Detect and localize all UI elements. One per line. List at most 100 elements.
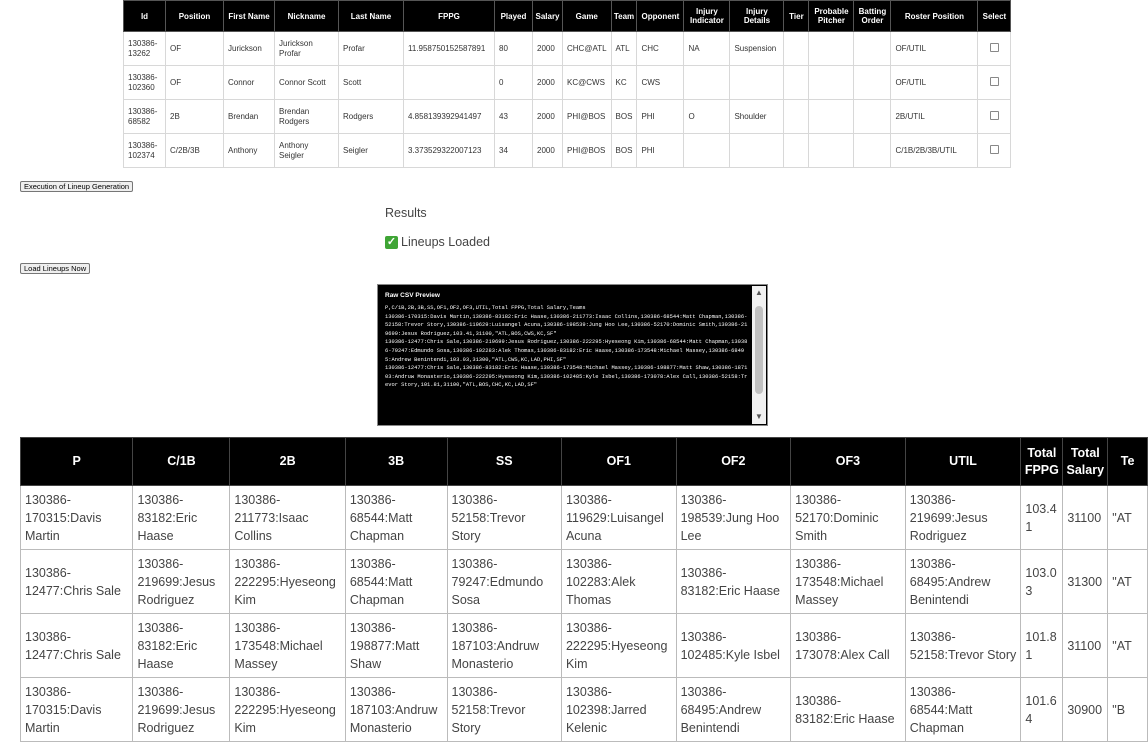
player-table-body: 130386-13262 OF Jurickson Jurickson Profar P…: [123, 31, 1012, 168]
lineups-table-cell: 130386-102485:Kyle Isbel: [675, 613, 792, 678]
lineups-table-cell: 101.64: [1020, 677, 1064, 742]
lineups-table-cell: 130386-219699:Jesus Rodriguez: [904, 485, 1022, 550]
player-table-header-cell: Id: [123, 0, 166, 32]
player-table-cell: 130386-68582: [123, 99, 166, 134]
lineups-table-cell: 130386-170315:Davis Martin: [19, 485, 134, 550]
lineups-table-cell: 130386-102398:Jarred Kelenic: [560, 677, 677, 742]
lineups-table-header-cell: Total FPPG: [1020, 437, 1064, 486]
player-table-cell: 43: [494, 99, 533, 134]
player-table-cell: 130386-102374: [123, 133, 166, 168]
player-table-cell: NA: [683, 31, 731, 66]
player-table-header-cell: Injury Details: [729, 0, 785, 32]
player-table-cell: 80: [494, 31, 533, 66]
player-table-row: 130386-102374 C/2B/3B Anthony Anthony Seigl…: [123, 133, 1012, 168]
player-table-cell: Profar: [338, 31, 404, 66]
lineups-table-cell: 130386-12477:Chris Sale: [19, 613, 134, 678]
player-table-cell: PHI@BOS: [562, 133, 612, 168]
lineups-loaded-text: Lineups Loaded: [401, 235, 490, 249]
player-table-header-cell: Select: [977, 0, 1012, 32]
lineups-table-header-cell: 2B: [229, 437, 346, 486]
player-table-cell: Suspension: [729, 31, 785, 66]
lineups-table-cell: 130386-173548:Michael Massey: [229, 613, 346, 678]
lineups-table-cell: 130386-83182:Eric Haase: [675, 549, 792, 614]
lineups-table-cell: 130386-52170:Dominic Smith: [790, 485, 906, 550]
player-table-cell: PHI@BOS: [562, 99, 612, 134]
player-table-cell: CHC: [636, 31, 685, 66]
player-table-cell: 2000: [532, 65, 563, 100]
lineups-table-cell: 130386-222295:Hyeseong Kim: [229, 549, 346, 614]
player-table-header-cell: First Name: [223, 0, 275, 32]
player-table-cell: Shoulder: [729, 99, 785, 134]
load-lineups-button[interactable]: Load Lineups Now: [20, 263, 91, 274]
player-table-header-cell: Salary: [532, 0, 563, 32]
player-table-cell: 2B: [165, 99, 224, 134]
lineups-table-cell: 103.41: [1020, 485, 1064, 550]
player-table-header-cell: Roster Position: [890, 0, 979, 32]
lineups-table-cell: 31100: [1062, 485, 1109, 550]
player-select-cell: [977, 99, 1012, 134]
player-table-header-cell: Probable Pitcher: [808, 0, 855, 32]
lineups-table-cell: 130386-79247:Edmundo Sosa: [446, 549, 562, 614]
scroll-down-arrow-icon[interactable]: ▼: [752, 410, 766, 424]
player-table-cell: 2000: [532, 31, 563, 66]
player-select-checkbox[interactable]: [989, 76, 999, 86]
scroll-up-arrow-icon[interactable]: ▲: [752, 286, 766, 300]
lineups-table-cell: 103.03: [1020, 549, 1064, 614]
player-table-cell: [683, 65, 731, 100]
lineups-table-header-cell: OF1: [560, 437, 677, 486]
player-table-cell: 2000: [532, 99, 563, 134]
execute-lineup-generation-button[interactable]: Execution of Lineup Generation: [20, 181, 134, 192]
lineups-table-header-cell: Total Salary: [1062, 437, 1109, 486]
lineups-table-header-cell: OF3: [790, 437, 906, 486]
player-table-cell: Seigler: [338, 133, 404, 168]
player-table-cell: [783, 99, 810, 134]
player-table-cell: [729, 133, 785, 168]
lineups-table-cell: "B: [1107, 677, 1148, 742]
lineups-table-header-cell: OF2: [675, 437, 792, 486]
player-table-cell: CWS: [636, 65, 685, 100]
player-select-cell: [977, 31, 1012, 66]
player-select-checkbox[interactable]: [989, 144, 999, 154]
player-select-cell: [977, 65, 1012, 100]
lineups-table-header: P C/1B 2B 3B SS OF1 OF2 OF3 UTIL Total FPPG Total …: [19, 437, 1148, 486]
lineups-table-body: 130386-170315:Davis Martin 130386-83182:E…: [19, 485, 1148, 742]
player-table-cell: [683, 133, 731, 168]
csv-preview-scrollbar[interactable]: ▲ ▼: [752, 286, 766, 424]
lineups-table-header-cell: SS: [446, 437, 562, 486]
scrollbar-thumb[interactable]: [755, 306, 763, 394]
player-table-cell: Anthony Seigler: [274, 133, 339, 168]
player-table-cell: OF: [165, 31, 224, 66]
player-table-cell: [853, 99, 892, 134]
lineups-table-cell: 130386-83182:Eric Haase: [132, 485, 231, 550]
player-table-cell: Connor Scott: [274, 65, 339, 100]
lineups-table-header-cell: C/1B: [132, 437, 231, 486]
check-mark-icon: ✓: [385, 235, 398, 249]
lineups-table-cell: 130386-198539:Jung Hoo Lee: [675, 485, 792, 550]
player-table-cell: PHI: [636, 133, 685, 168]
player-table-cell: [808, 65, 855, 100]
player-table-cell: [403, 65, 495, 100]
player-table-header-cell: FPPG: [403, 0, 495, 32]
player-select-checkbox[interactable]: [989, 110, 999, 120]
player-table-cell: OF/UTIL: [890, 65, 979, 100]
lineups-table-cell: 130386-52158:Trevor Story: [904, 613, 1022, 678]
lineups-table-cell: 130386-198877:Matt Shaw: [344, 613, 448, 678]
player-table-cell: KC@CWS: [562, 65, 612, 100]
player-table-cell: [808, 133, 855, 168]
player-table-header-cell: Game: [562, 0, 612, 32]
lineups-table-cell: 130386-83182:Eric Haase: [790, 677, 906, 742]
lineups-table-row: 130386-170315:Davis Martin 130386-83182:E…: [19, 485, 1148, 550]
player-table-cell: O: [683, 99, 731, 134]
player-table-cell: CHC@ATL: [562, 31, 612, 66]
player-table-cell: BOS: [610, 99, 638, 134]
lineups-table: P C/1B 2B 3B SS OF1 OF2 OF3 UTIL Total FPPG Total …: [19, 437, 1148, 742]
lineups-table-cell: 130386-170315:Davis Martin: [19, 677, 134, 742]
lineups-table-cell: 130386-68495:Andrew Benintendi: [904, 549, 1022, 614]
player-table-header: Id Position First Name Nickname Last Name FPP…: [123, 0, 1012, 32]
player-table-cell: PHI: [636, 99, 685, 134]
player-select-cell: [977, 133, 1012, 168]
player-table-cell: [853, 31, 892, 66]
player-table-cell: [853, 133, 892, 168]
player-select-checkbox[interactable]: [989, 42, 999, 52]
csv-preview-box[interactable]: Raw CSV Preview P,C/1B,2B,3B,SS,OF1,OF2,…: [377, 284, 768, 426]
